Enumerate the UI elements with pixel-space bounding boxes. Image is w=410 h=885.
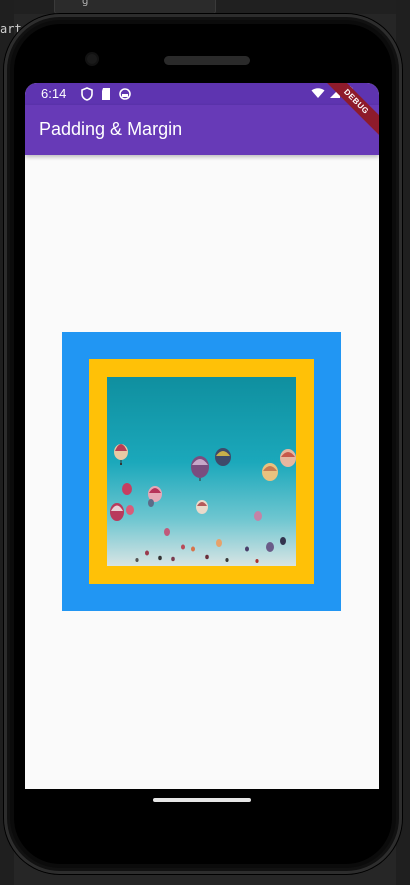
status-time: 6:14	[41, 86, 67, 101]
phone-screen: 6:14 Padding & Margin DEBUG	[25, 83, 379, 789]
status-bar: 6:14	[25, 83, 379, 105]
phone-speaker	[164, 56, 250, 65]
balloons-image	[107, 377, 296, 566]
home-indicator[interactable]	[153, 798, 251, 802]
editor-tab[interactable]	[54, 0, 216, 14]
app-bar: Padding & Margin	[25, 105, 379, 155]
hot-air-balloons-photo	[107, 377, 296, 566]
padding-container	[89, 359, 314, 584]
sd-card-icon	[102, 88, 110, 100]
shield-icon	[81, 87, 93, 101]
editor-tab-label: g	[82, 0, 89, 7]
page-title: Padding & Margin	[39, 119, 183, 139]
phone-camera	[87, 54, 97, 64]
circle-app-icon	[119, 88, 131, 100]
outer-margin-container	[62, 332, 341, 611]
wifi-icon	[311, 87, 325, 98]
